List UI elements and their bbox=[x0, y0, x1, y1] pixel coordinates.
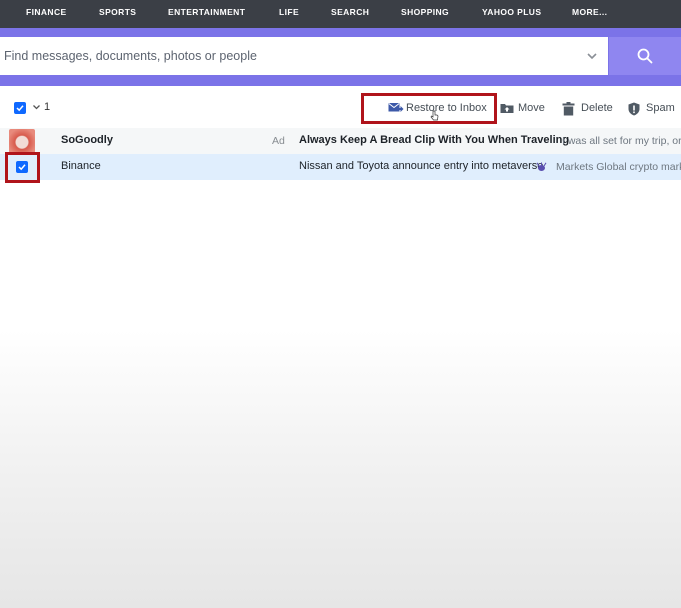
ad-thumbnail bbox=[9, 129, 35, 153]
checkbox-highlight-box bbox=[5, 152, 40, 183]
alien-emoji-icon bbox=[536, 162, 547, 171]
nav-shopping[interactable]: SHOPPING bbox=[401, 0, 449, 28]
move-label: Move bbox=[518, 102, 545, 114]
delete-button[interactable]: Delete bbox=[562, 94, 614, 124]
selected-message-row[interactable]: Binance Nissan and Toyota announce entry… bbox=[0, 154, 681, 180]
nav-sports[interactable]: SPORTS bbox=[99, 0, 136, 28]
move-folder-icon bbox=[500, 104, 514, 113]
search-icon bbox=[637, 48, 653, 64]
nav-more[interactable]: MORE... bbox=[572, 0, 607, 28]
message-subject: Nissan and Toyota announce entry into me… bbox=[299, 160, 544, 172]
checkmark-icon bbox=[16, 105, 24, 112]
delete-label: Delete bbox=[581, 102, 613, 114]
search-bar bbox=[0, 37, 608, 75]
nav-yahoo-plus[interactable]: YAHOO PLUS bbox=[482, 0, 541, 28]
chevron-down-icon[interactable] bbox=[32, 104, 41, 111]
message-snippet: I was all set for my trip, or bbox=[562, 135, 681, 147]
search-button[interactable] bbox=[609, 37, 681, 75]
message-snippet: Markets Global crypto mark bbox=[556, 161, 681, 173]
message-subject: Always Keep A Bread Clip With You When T… bbox=[299, 134, 570, 146]
spam-button[interactable]: Spam bbox=[628, 94, 676, 124]
nav-finance[interactable]: FINANCE bbox=[26, 0, 67, 28]
selected-count: 1 bbox=[44, 101, 51, 113]
sender-name: Binance bbox=[61, 160, 101, 172]
nav-life[interactable]: LIFE bbox=[279, 0, 299, 28]
trash-icon bbox=[562, 102, 575, 116]
shield-icon bbox=[628, 102, 640, 116]
top-navigation: FINANCE SPORTS ENTERTAINMENT LIFE SEARCH… bbox=[0, 0, 681, 28]
message-toolbar: 1 Restore to Inbox Move Delete Spam bbox=[0, 94, 681, 124]
ad-label: Ad bbox=[272, 135, 285, 147]
nav-search[interactable]: SEARCH bbox=[331, 0, 369, 28]
spam-label: Spam bbox=[646, 102, 675, 114]
ad-message-row[interactable]: SoGoodly Ad Always Keep A Bread Clip Wit… bbox=[0, 128, 681, 154]
chevron-down-icon[interactable] bbox=[585, 50, 599, 62]
search-input[interactable] bbox=[0, 37, 580, 75]
move-button[interactable]: Move bbox=[500, 94, 548, 124]
select-all-checkbox[interactable] bbox=[14, 102, 26, 114]
restore-highlight-box bbox=[361, 93, 497, 124]
sender-name: SoGoodly bbox=[61, 134, 113, 146]
nav-entertainment[interactable]: ENTERTAINMENT bbox=[168, 0, 245, 28]
